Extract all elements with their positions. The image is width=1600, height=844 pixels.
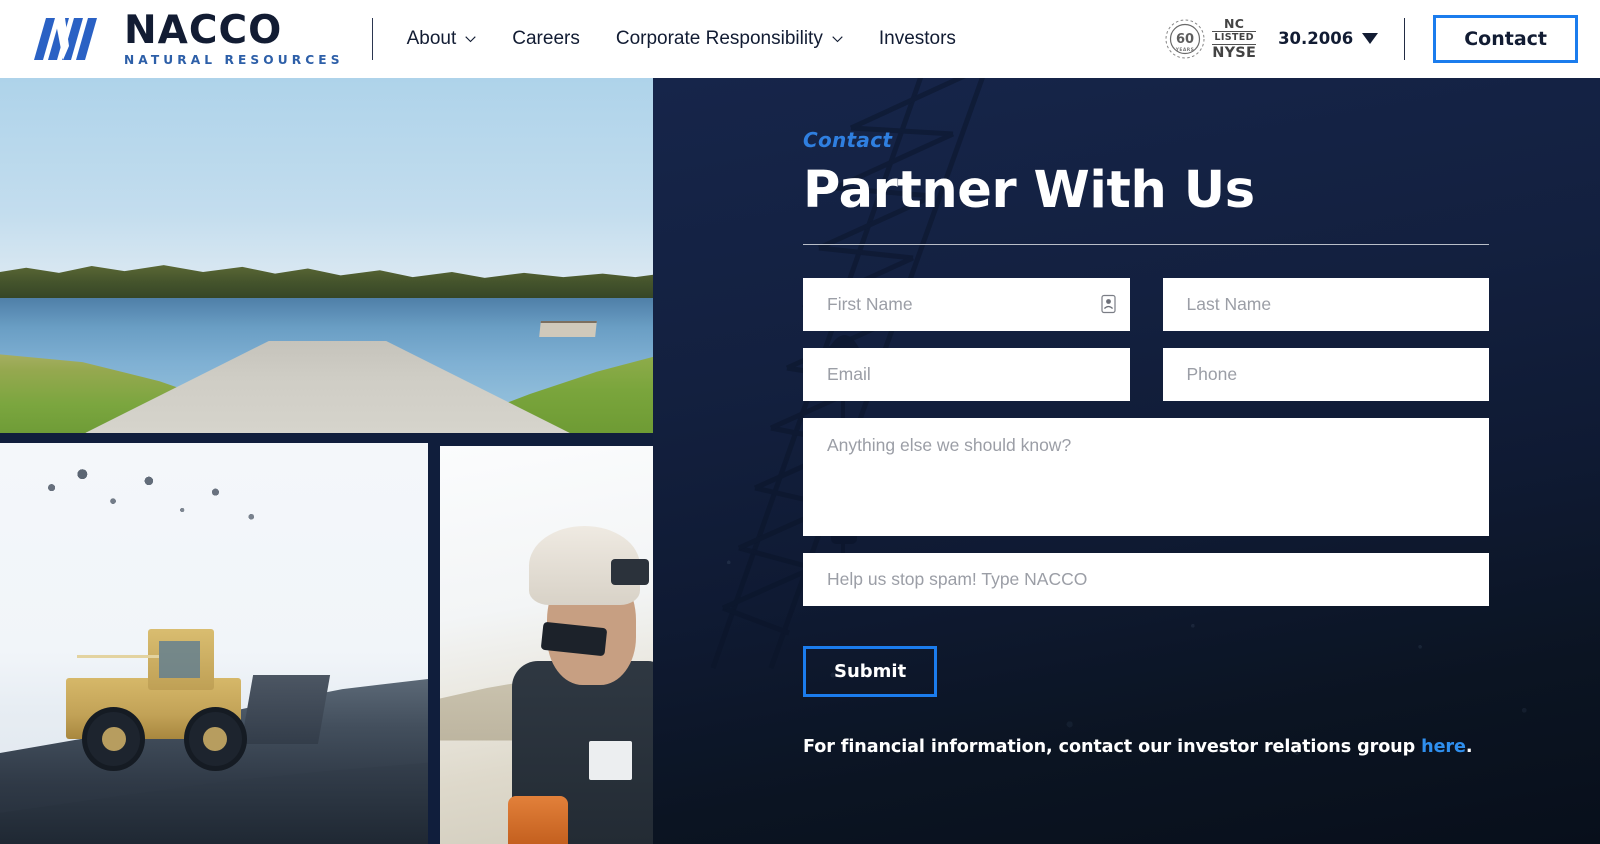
form-row-contact [803,347,1489,401]
chevron-down-icon [465,35,476,42]
nyse-listing-badge: 60 YEARS NC LISTED NYSE [1163,15,1257,61]
contact-button[interactable]: Contact [1433,14,1578,64]
worker-jacket-patch [589,740,632,781]
header-right-cluster: 60 YEARS NC LISTED NYSE 30.2006 Contact [1163,14,1600,64]
mining-dozer-photo [0,443,428,844]
phone-input[interactable] [1162,347,1489,401]
section-eyebrow: Contact [803,128,893,152]
nav-item-investors[interactable]: Investors [879,28,956,50]
dozer-windshield [159,640,201,679]
form-content: Contact Partner With Us First Name Last … [803,78,1503,757]
logo-text: NACCO NATURAL RESOURCES [124,11,344,66]
first-name-wrap [803,277,1130,331]
message-textarea[interactable] [803,417,1489,536]
site-logo[interactable]: NACCO NATURAL RESOURCES [22,0,344,78]
image-collage [0,78,655,844]
nav-item-careers-label: Careers [512,28,580,49]
dozer-wheel-front [82,707,146,771]
header-divider-right [1404,17,1406,60]
nav-item-corporate-responsibility[interactable]: Corporate Responsibility [616,28,843,50]
dozer-hub [101,726,126,752]
dozer-debris [25,463,283,576]
main-navigation: About Careers Corporate Responsibility I… [407,28,956,50]
anti-spam-input[interactable] [803,552,1489,606]
nav-item-corporate-responsibility-label: Corporate Responsibility [615,28,823,49]
nacco-chevron-logo-icon [34,18,97,60]
stock-ticker-value: 30.2006 [1278,29,1354,49]
last-name-input[interactable] [1162,277,1489,331]
investor-relations-link[interactable]: here [1421,737,1466,757]
chevron-down-icon [832,35,843,42]
site-header: NACCO NATURAL RESOURCES About Careers Co… [0,0,1600,78]
dozer-handrail [76,655,160,659]
form-row-name [803,277,1489,331]
svg-text:60: 60 [1176,32,1194,47]
contact-form-panel: Contact Partner With Us First Name Last … [653,78,1600,844]
svg-text:YEARS: YEARS [1175,47,1195,53]
triangle-down-icon [1362,33,1379,45]
lake-dock [539,321,597,338]
nyse-text-block: NC LISTED NYSE [1212,15,1257,61]
fineprint-text-before: For financial information, contact our i… [803,737,1422,758]
badge-line-nc: NC [1223,15,1245,31]
header-divider-left [371,18,373,60]
investor-relations-note: For financial information, contact our i… [803,737,1503,757]
fineprint-text-after: . [1465,737,1473,758]
page-title: Partner With Us [803,161,1255,220]
logo-wordmark: NACCO [124,8,283,54]
dozer-machine [39,623,330,771]
nav-item-investors-label: Investors [878,28,956,49]
last-name-wrap [1162,277,1489,331]
nav-item-about[interactable]: About [407,28,477,50]
lake-reclamation-photo [0,78,655,433]
nav-item-about-label: About [406,28,457,49]
nav-item-careers[interactable]: Careers [512,28,580,50]
logo-tagline: NATURAL RESOURCES [124,53,344,68]
dozer-hub [202,726,228,752]
email-wrap [803,347,1130,401]
email-input[interactable] [803,347,1130,401]
sixty-years-laurel-icon: 60 YEARS [1165,19,1205,59]
title-divider [803,243,1489,245]
worker-portrait-photo [440,446,653,844]
worker-hard-hat [529,525,649,606]
partner-contact-form: Submit [803,277,1489,698]
submit-button[interactable]: Submit [803,645,938,698]
dozer-wheel-rear [183,707,247,771]
stock-ticker[interactable]: 30.2006 [1278,29,1379,49]
phone-wrap [1162,347,1489,401]
badge-line-listed: LISTED [1212,30,1257,45]
contact-page: NACCO NATURAL RESOURCES About Careers Co… [0,0,1600,844]
dozer-blade [240,675,330,745]
first-name-input[interactable] [803,277,1130,331]
badge-line-nyse: NYSE [1212,44,1257,61]
worker-glove [508,796,568,844]
